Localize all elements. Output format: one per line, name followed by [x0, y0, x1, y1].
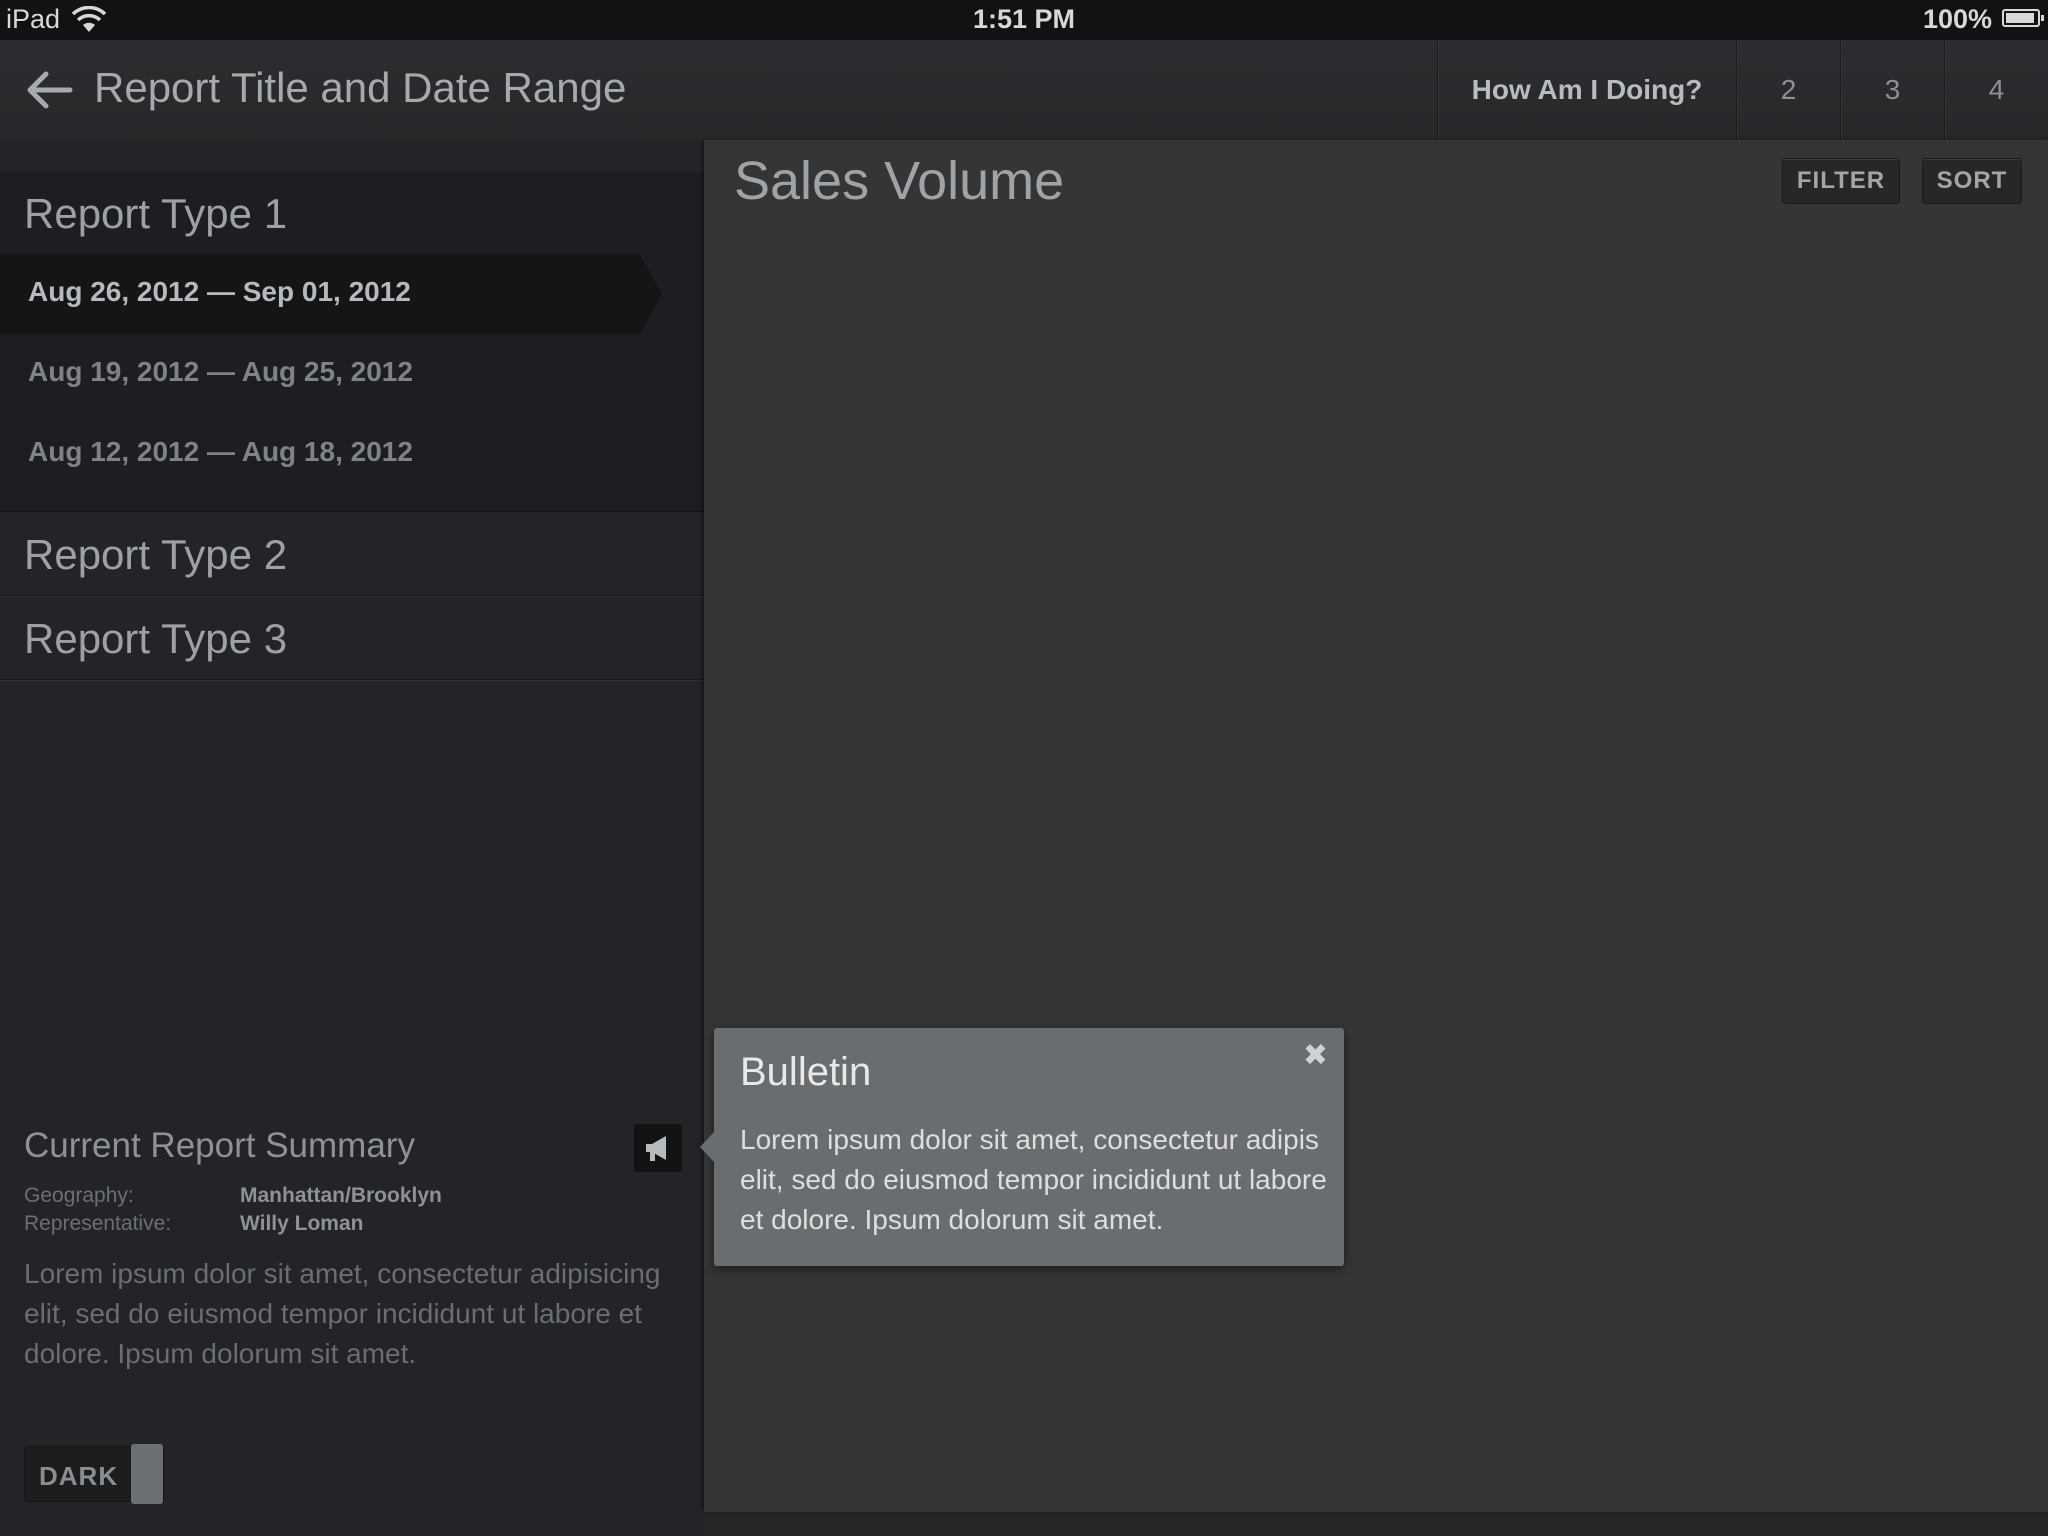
date-range-label: Aug 12, 2012 — Aug 18, 2012	[28, 436, 413, 467]
megaphone-button[interactable]	[634, 1124, 682, 1172]
content-title: Sales Volume	[734, 151, 1065, 211]
status-bar: iPad 1:51 PM 100%	[0, 0, 2048, 40]
tab-4[interactable]: 4	[1944, 40, 2048, 140]
summary-text: Lorem ipsum dolor sit amet, consectetur …	[24, 1258, 661, 1369]
date-range-item[interactable]: Aug 12, 2012 — Aug 18, 2012	[0, 414, 704, 494]
toggle-knob[interactable]	[131, 1444, 163, 1504]
close-icon[interactable]: ✖	[1303, 1038, 1328, 1073]
section-report-type-3[interactable]: Report Type 3	[0, 597, 704, 680]
section-title: Report Type 1	[24, 190, 288, 237]
bulletin-title: Bulletin	[740, 1050, 872, 1094]
battery-percent: 100%	[1922, 4, 1992, 34]
section-title: Report Type 3	[24, 615, 288, 662]
section-title: Report Type 2	[24, 531, 288, 578]
date-range-label: Aug 19, 2012 — Aug 25, 2012	[28, 356, 413, 387]
representative-value: Willy Loman	[240, 1212, 364, 1235]
back-arrow-icon[interactable]	[22, 68, 74, 112]
clock: 1:51 PM	[972, 4, 1076, 34]
bulletin-popover: Bulletin ✖ Lorem ipsum dolor sit amet, c…	[700, 1028, 1344, 1266]
bulletin-text: Lorem ipsum dolor sit amet, consectetur …	[740, 1124, 1327, 1235]
nav-tabs: How Am I Doing? 2 3 4	[1437, 40, 2048, 140]
date-range-item[interactable]: Aug 19, 2012 — Aug 25, 2012	[0, 334, 704, 414]
geography-value: Manhattan/Brooklyn	[240, 1184, 442, 1207]
content-panel: Sales Volume FILTER SORT	[704, 140, 2048, 1512]
toggle-label: DARK	[39, 1461, 119, 1491]
megaphone-icon	[646, 1136, 666, 1161]
section-report-type-2[interactable]: Report Type 2	[0, 513, 704, 596]
representative-label: Representative:	[24, 1212, 172, 1235]
summary-title: Current Report Summary	[24, 1126, 415, 1165]
tab-how-am-i-doing[interactable]: How Am I Doing?	[1437, 40, 1736, 140]
tab-3[interactable]: 3	[1840, 40, 1944, 140]
tab-2[interactable]: 2	[1736, 40, 1840, 140]
geography-label: Geography:	[24, 1184, 134, 1207]
summary-representative: Representative: Willy Loman	[24, 1212, 364, 1236]
nav-bar: Report Title and Date Range How Am I Doi…	[0, 40, 2048, 140]
filter-button[interactable]: FILTER	[1782, 158, 1900, 204]
dark-theme-toggle[interactable]: DARK	[24, 1444, 164, 1504]
date-range-item-selected[interactable]: Aug 26, 2012 — Sep 01, 2012	[0, 254, 662, 334]
page-title: Report Title and Date Range	[94, 64, 627, 111]
date-range-label: Aug 26, 2012 — Sep 01, 2012	[28, 276, 411, 307]
sidebar: Report Type 1 Aug 26, 2012 — Sep 01, 201…	[0, 140, 704, 1536]
summary-geography: Geography: Manhattan/Brooklyn	[24, 1184, 442, 1208]
section-report-type-1[interactable]: Report Type 1	[0, 172, 704, 255]
date-range-list: Aug 26, 2012 — Sep 01, 2012 Aug 19, 2012…	[0, 254, 704, 512]
battery-icon	[2002, 9, 2044, 27]
sort-button[interactable]: SORT	[1922, 158, 2022, 204]
